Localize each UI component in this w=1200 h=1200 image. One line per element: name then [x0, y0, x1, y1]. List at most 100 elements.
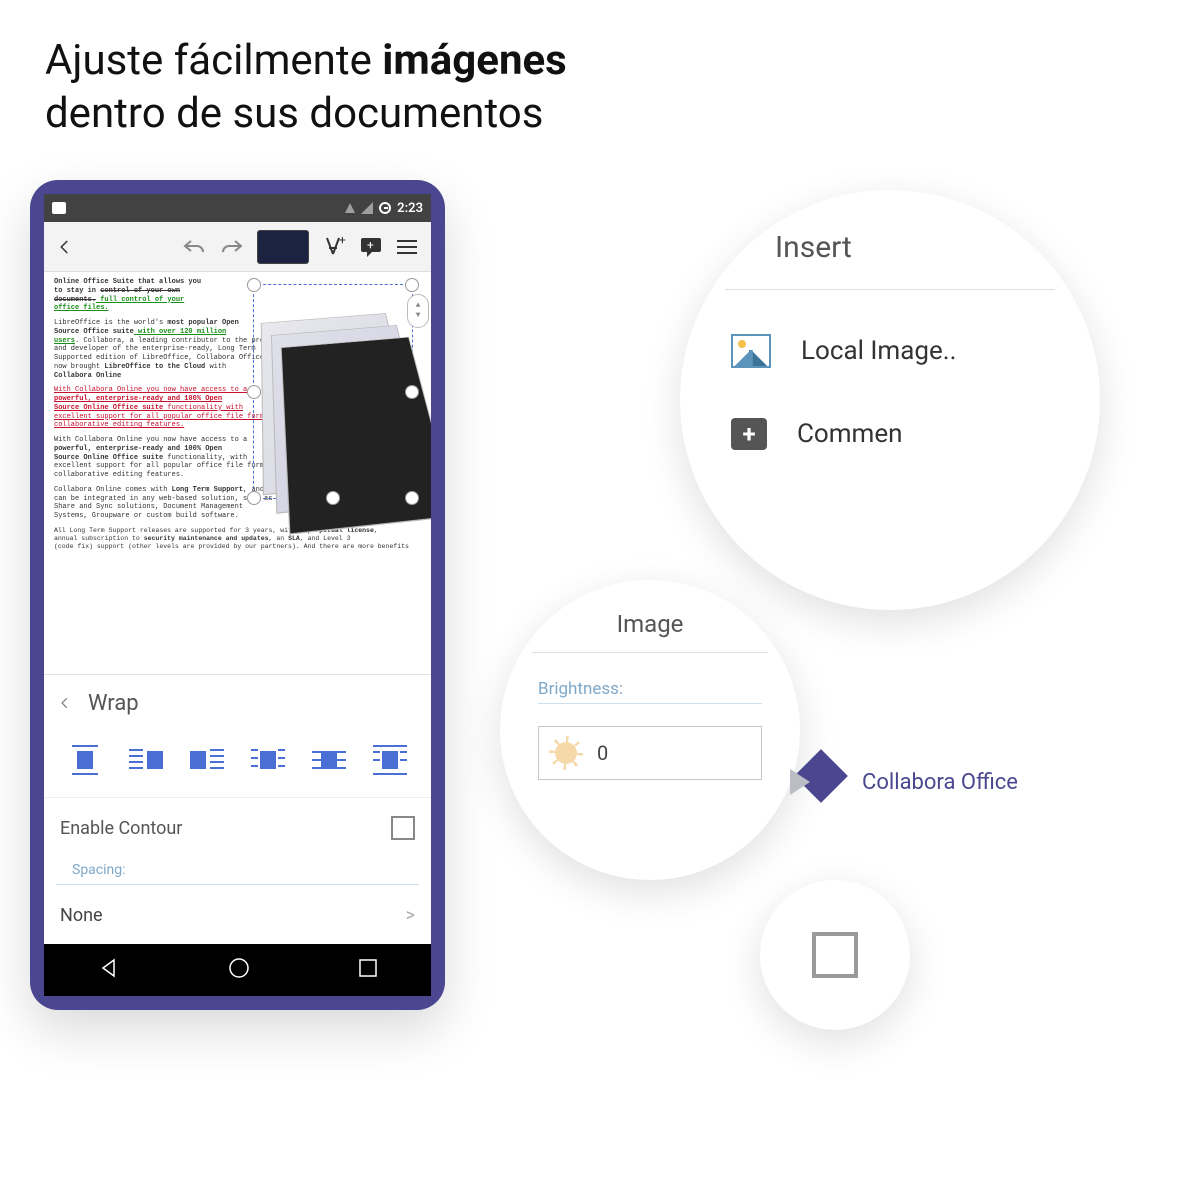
resize-handle[interactable] [405, 385, 419, 399]
doc-text: All Long Term Support releases are suppo… [54, 527, 308, 534]
doc-text: control of your own [100, 287, 180, 295]
headline-part2: dentro de sus documentos [45, 89, 543, 138]
doc-text: with over 120 million [134, 328, 226, 336]
scroll-handle[interactable]: ▲▼ [407, 294, 429, 328]
resize-handle[interactable] [247, 385, 261, 399]
resize-handle[interactable] [405, 278, 419, 292]
insert-comment-label: Commen [797, 419, 903, 449]
chevron-down-icon [725, 236, 749, 260]
nav-home-button[interactable] [227, 956, 251, 984]
resize-handle[interactable] [247, 491, 261, 505]
crop-icon[interactable] [812, 932, 858, 978]
wrap-parallel-button[interactable] [251, 745, 285, 775]
redo-button[interactable] [219, 237, 245, 257]
wrap-after-button[interactable] [190, 745, 224, 775]
doc-text: Source Online Office suite [54, 404, 163, 412]
wrap-panel-header[interactable]: Wrap [44, 675, 431, 731]
doc-text: LibreOffice to the Cloud [104, 363, 205, 371]
app-toolbar: + + [44, 222, 431, 272]
brand-lockup: Collabora Office [790, 755, 1018, 809]
doc-text: users [54, 337, 75, 345]
wrap-panel: Wrap [44, 674, 431, 944]
wrap-none-button[interactable] [68, 745, 102, 775]
wrap-before-button[interactable] [129, 745, 163, 775]
image-panel-title: Image [532, 610, 768, 638]
clock-icon [379, 202, 391, 214]
doc-text: , [374, 527, 378, 534]
doc-text: annual subscription to [54, 535, 144, 542]
doc-text: functionality, with [163, 454, 247, 462]
doc-text: collaborative editing features. [54, 471, 184, 479]
spacing-section-label: Spacing: [56, 858, 419, 885]
doc-text: security maintenance and updates [144, 535, 269, 542]
enable-contour-row[interactable]: Enable Contour [44, 798, 431, 858]
insert-comment-item[interactable]: + Commen [725, 418, 1055, 450]
enable-contour-checkbox[interactable] [391, 816, 415, 840]
android-navbar [44, 944, 431, 996]
image-icon [731, 334, 771, 368]
phone-screen: 2:23 + + Online Off [44, 194, 431, 996]
menu-button[interactable] [397, 240, 423, 254]
brightness-value: 0 [597, 741, 608, 765]
doc-text: Systems, Groupware or custom build softw… [54, 512, 239, 520]
selected-image[interactable] [253, 284, 413, 499]
doc-text: powerful, enterprise-ready and 100% Open [54, 445, 222, 453]
doc-text: collaborative editing features. [54, 421, 184, 429]
undo-button[interactable] [181, 237, 207, 257]
doc-text: documents. [54, 296, 96, 304]
brightness-value-box[interactable]: 0 [538, 726, 762, 780]
marketing-headline: Ajuste fácilmente imágenes dentro de sus… [45, 35, 567, 140]
document-canvas[interactable]: Online Office Suite that allows you to s… [44, 272, 431, 674]
doc-text: Source Online Office suite [54, 454, 163, 462]
doc-text: Collabora Online comes with [54, 486, 172, 494]
resize-handle[interactable] [405, 491, 419, 505]
wrap-title: Wrap [88, 691, 139, 716]
insert-comment-button[interactable]: + [359, 236, 385, 258]
doc-text: Long Term Support [172, 486, 243, 494]
spacing-value-row[interactable]: None > [44, 889, 431, 944]
nav-back-button[interactable] [98, 957, 120, 983]
doc-text: LibreOffice is the world's [54, 319, 167, 327]
crop-tool-callout [760, 880, 910, 1030]
wrap-through-button[interactable] [312, 745, 346, 775]
doc-text: Collabora Online [54, 372, 121, 380]
image-properties-callout: Image Brightness: 0 [500, 580, 800, 880]
phone-frame: 2:23 + + Online Off [30, 180, 445, 1010]
chevron-right-icon: > [406, 905, 415, 926]
doc-text: with [205, 363, 226, 371]
insert-header[interactable]: Insert [725, 230, 1055, 265]
document-thumbnail[interactable] [257, 230, 309, 264]
image-content [261, 313, 425, 495]
doc-text: , an [269, 535, 289, 542]
headline-part1: Ajuste fácilmente [45, 36, 382, 85]
brand-name: Collabora Office [862, 770, 1018, 795]
nav-recent-button[interactable] [358, 958, 378, 982]
back-button[interactable] [52, 238, 78, 256]
wrap-optimal-button[interactable] [373, 745, 407, 775]
doc-text: , and Level 3 [300, 535, 351, 542]
insert-title: Insert [775, 230, 852, 265]
comment-plus-icon: + [731, 418, 767, 450]
doc-text: Share and Sync solutions, Document Manag… [54, 503, 243, 511]
resize-handle[interactable] [247, 278, 261, 292]
wifi-icon [345, 203, 355, 213]
doc-text: now brought [54, 363, 104, 371]
doc-text: and developer of the enterprise-ready, L… [54, 345, 256, 353]
doc-text: functionality with [163, 404, 243, 412]
android-statusbar: 2:23 [44, 194, 431, 222]
doc-text: to stay in [54, 287, 100, 295]
format-button[interactable]: + [321, 234, 347, 260]
doc-text: SLA [288, 535, 300, 542]
doc-text: With Collabora Online you now have acces… [54, 386, 247, 394]
spacing-value: None [60, 905, 103, 926]
doc-text: Source Office suite [54, 328, 134, 336]
statusbar-time: 2:23 [397, 201, 423, 216]
resize-handle[interactable] [326, 491, 340, 505]
doc-text: Supported edition of LibreOffice, Collab… [54, 354, 285, 362]
enable-contour-label: Enable Contour [60, 818, 182, 839]
image-indicator-icon [52, 202, 66, 214]
collabora-logo-icon [790, 755, 844, 809]
insert-local-image-item[interactable]: Local Image.. [725, 334, 1055, 368]
insert-menu-callout: Insert Local Image.. + Commen [680, 190, 1100, 610]
doc-text: (code fix) support (other levels are pro… [54, 543, 409, 550]
